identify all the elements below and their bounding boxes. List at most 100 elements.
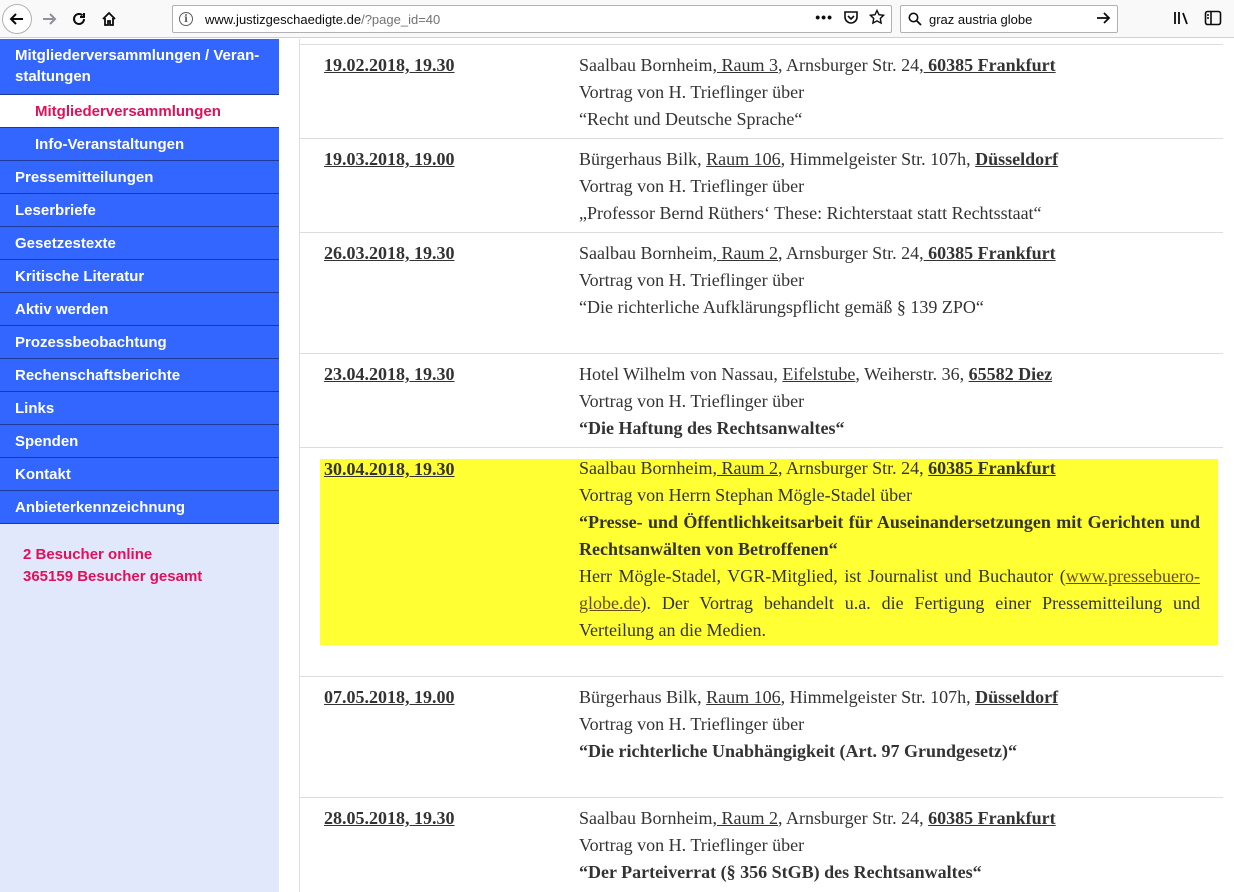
event-location: Bürgerhaus Bilk, Raum 106, Himmelgeister… [579,684,1200,711]
arrow-left-icon [9,13,23,25]
event-list: 19.02.2018, 19.30 Saalbau Bornheim, Raum… [299,39,1223,892]
event-location: Saalbau Bornheim, Raum 2, Arnsburger Str… [579,240,1200,267]
event-row: 23.04.2018, 19.30 Hotel Wilhelm von Nass… [299,353,1223,447]
event-address: , Arnsburger Str. 24, [777,458,929,478]
sidebar-item-aktiv-werden[interactable]: Aktiv werden [0,293,279,326]
sidebar-item-rechenschaftsberichte[interactable]: Rechenschaftsberichte [0,359,279,392]
event-venue: Saalbau Bornheim, [579,55,717,75]
event-speaker: Vortrag von H. Trieflinger über [579,391,805,411]
sidebar-item-mitgliederversammlungen[interactable]: Mitgliederversammlungen [0,95,279,128]
event-topic: „Professor Bernd Rüthers‘ These: Richter… [579,203,1042,223]
event-speaker: Vortrag von H. Trieflinger über [579,270,805,290]
event-topic: “Die richterliche Unabhängigkeit (Art. 9… [579,741,1017,761]
event-location: Bürgerhaus Bilk, Raum 106, Himmelgeister… [579,146,1200,173]
home-button[interactable] [93,3,125,35]
event-topic: “Die richterliche Aufklärungspflicht gem… [579,297,984,317]
event-venue: Saalbau Bornheim, [579,808,717,828]
event-room: Raum 2 [716,243,778,263]
event-city: Düsseldorf [975,149,1059,169]
event-city: 60385 Frankfurt [923,243,1056,263]
event-note-text-end: ). Der Vortrag behandelt u.a. die Fertig… [579,593,1200,640]
event-address: , Arnsburger Str. 24, [777,243,924,263]
event-date: 19.03.2018, 19.00 [324,149,455,169]
event-address: , Himmelgeister Str. 107h, [780,149,976,169]
forward-button[interactable] [33,3,65,35]
event-city: Düsseldorf [975,687,1059,707]
visitor-counter: 2 Besucher online 365159 Besucher gesamt [23,544,202,588]
event-city: 60385 Frankfurt [923,55,1056,75]
event-date: 30.04.2018, 19.30 [324,459,455,479]
event-address: , Himmelgeister Str. 107h, [780,687,976,707]
event-city: 65582 Diez [968,364,1053,384]
sidebar-item-prozessbeobachtung[interactable]: Prozessbeobachtung [0,326,279,359]
visitors-total: 365159 Besucher gesamt [23,568,203,585]
search-go-icon[interactable] [1095,10,1111,31]
sidebar-toggle-icon[interactable] [1204,10,1222,30]
sidebar-item-pressemitteilungen[interactable]: Pressemitteilungen [0,161,279,194]
event-date: 19.02.2018, 19.30 [324,55,455,75]
sidebar-item-gesetzestexte[interactable]: Gesetzestexte [0,227,279,260]
search-input[interactable]: graz austria globe [929,12,1032,27]
event-row: 19.02.2018, 19.30 Saalbau Bornheim, Raum… [299,44,1223,138]
event-row: 28.05.2018, 19.30 Saalbau Bornheim, Raum… [299,797,1223,892]
event-address: , Arnsburger Str. 24, [777,808,929,828]
event-details: Saalbau Bornheim, Raum 2, Arnsburger Str… [579,455,1200,644]
event-venue: Saalbau Bornheim, [579,243,717,263]
event-date: 28.05.2018, 19.30 [324,808,455,828]
event-venue: Hotel Wilhelm von Nassau, [579,364,783,384]
event-date: 07.05.2018, 19.00 [324,687,455,707]
reload-icon [73,12,85,25]
sidebar-item-info-veranstaltungen[interactable]: Info-Veranstaltungen [0,128,279,161]
sidebar-item-spenden[interactable]: Spenden [0,425,279,458]
event-details: Saalbau Bornheim, Raum 2, Arnsburger Str… [579,805,1200,886]
event-venue: Bürgerhaus Bilk, [579,687,707,707]
event-room: Eifelstube [782,364,856,384]
library-icon[interactable] [1173,10,1191,30]
event-topic: “Die Haftung des Rechtsanwaltes“ [579,418,845,438]
event-room: Raum 2 [716,808,778,828]
reload-button[interactable] [63,3,95,35]
back-button[interactable] [2,4,32,34]
event-topic: “Presse- und Öffentlichkeitsarbeit für A… [579,512,1200,559]
info-icon[interactable]: i [173,12,199,26]
event-details: Saalbau Bornheim, Raum 2, Arnsburger Str… [579,240,1200,321]
sidebar: Mitgliederversammlungen / Veran- staltun… [0,39,279,892]
event-note-text: Herr Mögle-Stadel, VGR-Mitglied, ist Jou… [579,566,1066,586]
event-room: Raum 3 [716,55,778,75]
event-speaker: Vortrag von Herrn Stephan Mögle-Stadel ü… [579,485,913,505]
event-row-highlighted: 30.04.2018, 19.30 Saalbau Bornheim, Raum… [299,447,1223,676]
sidebar-item-kritische-literatur[interactable]: Kritische Literatur [0,260,279,293]
arrow-right-icon [43,13,57,25]
event-location: Saalbau Bornheim, Raum 2, Arnsburger Str… [579,455,1200,482]
search-bar[interactable]: graz austria globe [900,5,1118,33]
event-city: 60385 Frankfurt [928,808,1056,828]
sidebar-item-label-line2: staltungen [15,68,91,85]
event-location: Hotel Wilhelm von Nassau, Eifelstube, We… [579,361,1200,388]
sidebar-item-mitgliederversammlungen-veranstaltungen[interactable]: Mitgliederversammlungen / Veran- staltun… [0,39,279,95]
event-date: 26.03.2018, 19.30 [324,243,455,263]
event-topic: “Recht und Deutsche Sprache“ [579,109,803,129]
event-speaker: Vortrag von H. Trieflinger über [579,714,805,734]
url-path: /?page_id=40 [361,11,441,27]
search-icon [901,12,929,26]
event-speaker: Vortrag von H. Trieflinger über [579,176,805,196]
visitors-online: 2 Besucher online [23,546,153,563]
event-note: Herr Mögle-Stadel, VGR-Mitglied, ist Jou… [579,563,1200,644]
sidebar-item-leserbriefe[interactable]: Leserbriefe [0,194,279,227]
event-row: 26.03.2018, 19.30 Saalbau Bornheim, Raum… [299,232,1223,353]
sidebar-item-kontakt[interactable]: Kontakt [0,458,279,491]
bookmark-star-icon[interactable] [869,9,885,25]
pocket-icon[interactable] [843,9,859,25]
sidebar-item-anbieterkennzeichnung[interactable]: Anbieterkennzeichnung [0,491,279,524]
event-address: , Weiherstr. 36, [855,364,969,384]
sidebar-item-links[interactable]: Links [0,392,279,425]
event-room: Raum 2 [716,458,778,478]
event-city: 60385 Frankfurt [928,458,1056,478]
sidebar-item-label-line1: Mitgliederversammlungen / Veran- [15,47,260,64]
url-bar[interactable]: i www.justizgeschaedigte.de/?page_id=40 … [172,5,892,33]
browser-toolbar: i www.justizgeschaedigte.de/?page_id=40 … [0,0,1234,38]
event-location: Saalbau Bornheim, Raum 3, Arnsburger Str… [579,52,1200,79]
page-actions-icon[interactable]: ••• [815,9,833,25]
event-location: Saalbau Bornheim, Raum 2, Arnsburger Str… [579,805,1200,832]
event-details: Bürgerhaus Bilk, Raum 106, Himmelgeister… [579,146,1200,227]
